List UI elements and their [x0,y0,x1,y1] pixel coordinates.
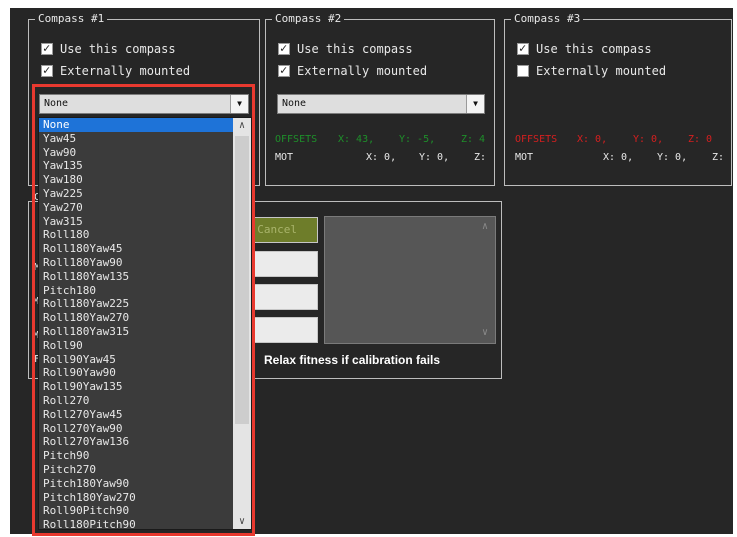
dropdown-option[interactable]: Yaw90 [39,146,233,160]
chevron-down-icon[interactable]: ∨ [482,327,488,338]
dropdown-scrollbar[interactable]: ∧ ∨ [233,118,251,529]
dropdown-option[interactable]: Roll180Yaw315 [39,325,233,339]
compass-2-mot-label: MOT [275,152,294,163]
checkbox-box[interactable] [517,65,529,77]
dropdown-option[interactable]: Roll90Yaw90 [39,366,233,380]
compass-3-offsets-y: Y: 0, [633,134,664,145]
calibration-button-3[interactable] [250,317,318,343]
dropdown-option[interactable]: Roll270 [39,394,233,408]
compass-1-external-checkbox[interactable]: ✓ Externally mounted [41,62,190,80]
compass-2-mot-x: X: 0, [366,152,397,163]
checkbox-label: Externally mounted [536,64,667,78]
calibration-button-2[interactable] [250,284,318,310]
compass-3-title: Compass #3 [511,12,584,26]
dropdown-option[interactable]: Pitch180Yaw270 [39,491,233,505]
compass-1-orientation-select[interactable]: None ▼ [39,94,249,114]
checkmark-icon: ✓ [43,63,51,77]
compass-2-orientation-select[interactable]: None ▼ [277,94,485,114]
compass-2-offsets-label: OFFSETS [275,134,318,145]
compass-3-offsets-label: OFFSETS [515,134,558,145]
dropdown-option[interactable]: Pitch270 [39,463,233,477]
dropdown-option[interactable]: Yaw180 [39,173,233,187]
checkbox-label: Externally mounted [60,64,191,78]
dropdown-option[interactable]: Roll270Yaw45 [39,408,233,422]
select-value: None [44,98,69,109]
dropdown-option[interactable]: Roll90Pitch90 [39,504,233,518]
compass-3-use-checkbox[interactable]: ✓ Use this compass [517,40,652,58]
compass-1-use-checkbox[interactable]: ✓ Use this compass [41,40,176,58]
dropdown-option[interactable]: Roll90 [39,339,233,353]
dropdown-option[interactable]: Roll180 [39,228,233,242]
dropdown-option[interactable]: Roll180Yaw45 [39,242,233,256]
dropdown-option[interactable]: None [39,118,233,132]
dropdown-option[interactable]: Pitch90 [39,449,233,463]
checkbox-box[interactable]: ✓ [41,41,53,55]
dropdown-option[interactable]: Roll270Yaw90 [39,422,233,436]
compass-2-mot-y: Y: 0, [419,152,450,163]
compass-2-title: Compass #2 [272,12,345,26]
compass-2-offsets-x: X: 43, [338,134,375,145]
dropdown-option[interactable]: Pitch180Yaw90 [39,477,233,491]
checkbox-label: Externally mounted [297,64,428,78]
relax-fitness-label[interactable]: Relax fitness if calibration fails [264,353,440,367]
checkmark-icon: ✓ [280,63,288,77]
compass-2-offsets-z: Z: 4 [461,134,486,145]
dropdown-option[interactable]: Roll180Yaw225 [39,297,233,311]
compass-2-mot-z: Z: [474,152,487,163]
compass-3-mot-x: X: 0, [603,152,634,163]
cancel-button[interactable]: Cancel [250,217,318,243]
compass-3-mot-label: MOT [515,152,534,163]
dropdown-option[interactable]: Yaw270 [39,201,233,215]
checkmark-icon: ✓ [280,41,288,55]
orientation-dropdown-list[interactable]: None Yaw45 Yaw90 Yaw135 Yaw180 Yaw225 Yaw270 Ya… [38,117,252,532]
checkbox-box[interactable]: ✓ [41,63,53,77]
compass-1-title: Compass #1 [35,12,108,26]
dropdown-option[interactable]: Yaw225 [39,187,233,201]
compass-3-offsets-x: X: 0, [577,134,608,145]
compass-3-offsets-z: Z: 0 [688,134,713,145]
dropdown-items: None Yaw45 Yaw90 Yaw135 Yaw180 Yaw225 Yaw270 Ya… [39,118,233,532]
dropdown-option[interactable]: Roll180Pitch90 [39,518,233,532]
compass-3-external-checkbox[interactable]: Externally mounted [517,62,666,80]
compass-2-use-checkbox[interactable]: ✓ Use this compass [278,40,413,58]
dropdown-option[interactable]: Roll90Yaw45 [39,353,233,367]
chevron-up-icon[interactable]: ∧ [482,221,488,232]
select-value: None [282,98,307,109]
chevron-down-icon[interactable]: ▼ [466,95,484,113]
dropdown-option[interactable]: Roll180Yaw270 [39,311,233,325]
checkbox-label: Use this compass [297,42,413,56]
chevron-down-icon[interactable]: ∨ [233,516,251,527]
dropdown-option[interactable]: Yaw45 [39,132,233,146]
dropdown-option[interactable]: Yaw315 [39,215,233,229]
scrollbar-thumb[interactable] [235,136,249,424]
calibration-output-box[interactable]: ∧ ∨ [324,216,496,344]
checkbox-box[interactable]: ✓ [278,41,290,55]
chevron-down-icon[interactable]: ▼ [230,95,248,113]
dropdown-option[interactable]: Roll180Yaw135 [39,270,233,284]
checkmark-icon: ✓ [519,41,527,55]
dropdown-option[interactable]: Roll90Yaw135 [39,380,233,394]
calibration-button-1[interactable] [250,251,318,277]
checkbox-box[interactable]: ✓ [517,41,529,55]
dropdown-option[interactable]: Roll270Yaw136 [39,435,233,449]
checkbox-label: Use this compass [60,42,176,56]
checkbox-box[interactable]: ✓ [278,63,290,77]
checkmark-icon: ✓ [43,41,51,55]
compass-2-external-checkbox[interactable]: ✓ Externally mounted [278,62,427,80]
dropdown-option[interactable]: Roll180Yaw90 [39,256,233,270]
compass-3-mot-y: Y: 0, [657,152,688,163]
dropdown-option[interactable]: Yaw135 [39,159,233,173]
compass-3-mot-z: Z: [712,152,725,163]
compass-2-offsets-y: Y: -5, [399,134,436,145]
checkbox-label: Use this compass [536,42,652,56]
chevron-up-icon[interactable]: ∧ [233,120,251,131]
dropdown-option[interactable]: Pitch180 [39,284,233,298]
